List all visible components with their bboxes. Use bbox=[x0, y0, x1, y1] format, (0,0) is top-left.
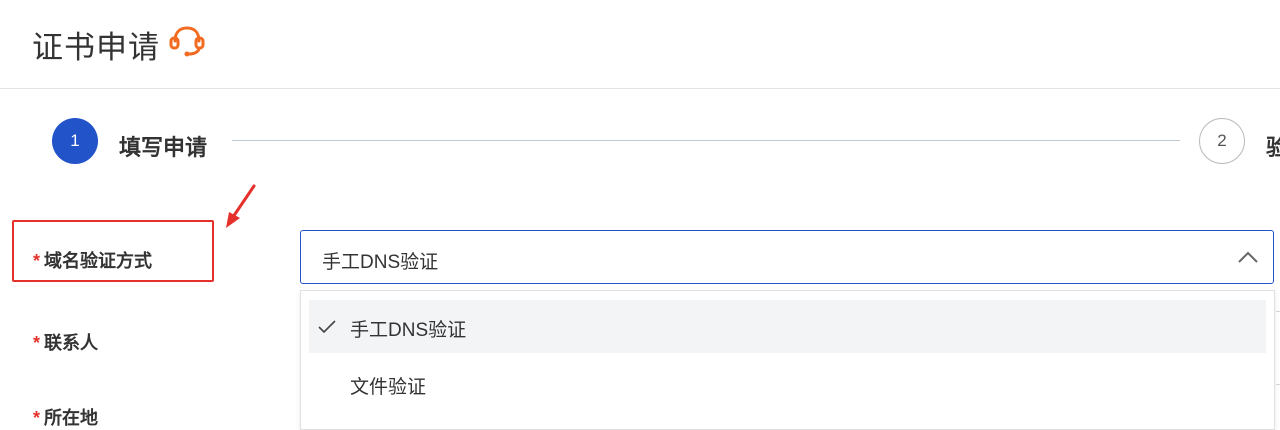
required-mark: * bbox=[33, 333, 41, 353]
dropdown-option[interactable]: 手工DNS验证 bbox=[309, 300, 1266, 353]
page-title: 证书申请 bbox=[32, 30, 160, 65]
select-value: 手工DNS验证 bbox=[322, 252, 439, 273]
option-label: 手工DNS验证 bbox=[350, 320, 467, 341]
domain-validation-label: * 域名验证方式 bbox=[33, 247, 152, 273]
required-mark: * bbox=[33, 408, 41, 428]
domain-validation-label-text: 域名验证方式 bbox=[44, 251, 153, 271]
headset-icon[interactable] bbox=[168, 24, 206, 58]
required-mark: * bbox=[33, 251, 41, 271]
location-label-text: 所在地 bbox=[44, 408, 99, 428]
step-1-label: 填写申请 bbox=[119, 135, 208, 160]
contact-label-text: 联系人 bbox=[44, 333, 99, 353]
domain-validation-dropdown: 手工DNS验证 文件验证 bbox=[300, 290, 1275, 430]
option-label: 文件验证 bbox=[350, 377, 427, 398]
step-connector bbox=[232, 140, 1180, 141]
contact-label: * 联系人 bbox=[33, 329, 98, 355]
dropdown-option[interactable]: 文件验证 bbox=[309, 357, 1266, 410]
chevron-up-icon bbox=[1238, 251, 1258, 263]
step-2-label: 验 bbox=[1266, 135, 1280, 160]
step-2-indicator: 2 bbox=[1199, 118, 1245, 164]
annotation-arrow bbox=[226, 184, 256, 228]
domain-validation-select[interactable]: 手工DNS验证 bbox=[300, 230, 1274, 284]
check-icon bbox=[318, 320, 336, 334]
hidden-field-edge bbox=[1276, 311, 1280, 312]
hidden-field-edge bbox=[1276, 384, 1280, 385]
step-1-indicator: 1 bbox=[52, 118, 98, 164]
page-header: 证书申请 bbox=[0, 0, 1280, 89]
location-label: * 所在地 bbox=[33, 404, 98, 430]
